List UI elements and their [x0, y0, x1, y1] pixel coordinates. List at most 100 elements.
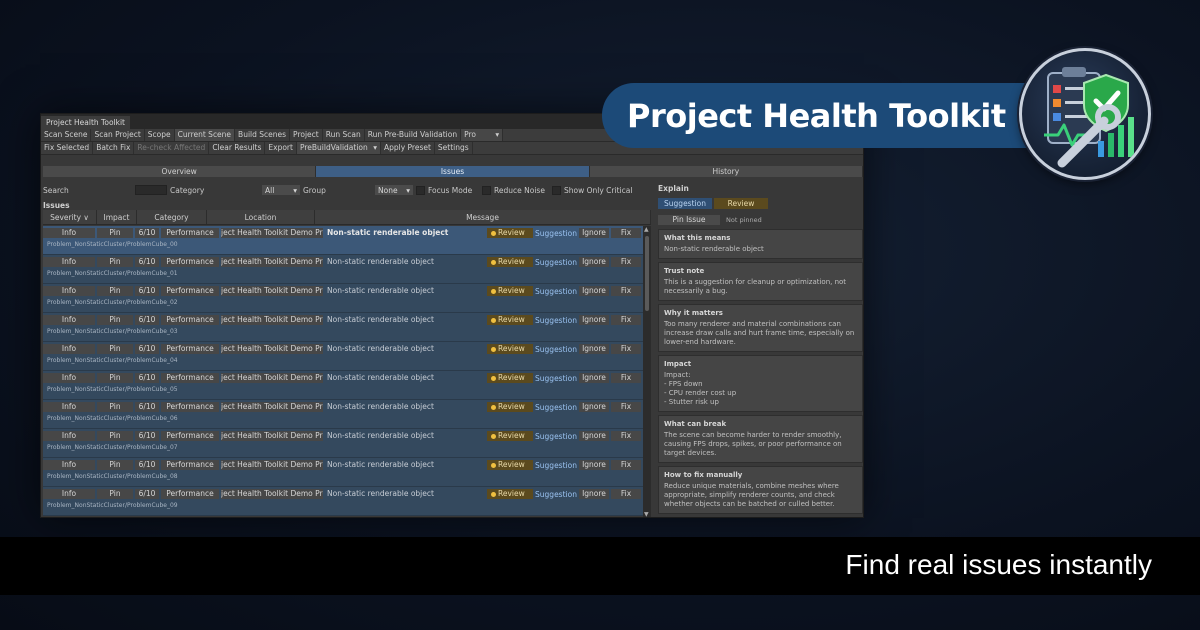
review-badge[interactable]: Review: [487, 257, 533, 267]
severity-button[interactable]: Info: [43, 228, 95, 238]
location-link[interactable]: ject Health Toolkit Demo Prob: [221, 257, 323, 267]
review-badge[interactable]: Review: [487, 315, 533, 325]
location-link[interactable]: ject Health Toolkit Demo Prob: [221, 373, 323, 383]
ignore-button[interactable]: Ignore: [579, 431, 609, 441]
pin-issue-button[interactable]: Pin Issue: [658, 215, 720, 225]
review-badge[interactable]: Review: [487, 431, 533, 441]
pin-button[interactable]: Pin: [97, 402, 133, 412]
apply-preset-button[interactable]: Apply Preset: [381, 142, 435, 154]
location-link[interactable]: ject Health Toolkit Demo Prob: [221, 489, 323, 499]
fix-button[interactable]: Fix: [611, 344, 641, 354]
preset-dropdown[interactable]: PreBuildValidation ▾: [296, 142, 381, 154]
scroll-up-icon[interactable]: ▲: [644, 226, 649, 233]
settings-button[interactable]: Settings: [435, 142, 473, 154]
column-impact[interactable]: Impact: [97, 210, 137, 224]
ignore-button[interactable]: Ignore: [579, 257, 609, 267]
severity-button[interactable]: Info: [43, 402, 95, 412]
scan-scene-button[interactable]: Scan Scene: [41, 129, 92, 141]
column-message[interactable]: Message: [315, 210, 651, 224]
run-prebuild-validation-button[interactable]: Run Pre-Build Validation: [365, 129, 462, 141]
pin-button[interactable]: Pin: [97, 373, 133, 383]
fix-button[interactable]: Fix: [611, 489, 641, 499]
severity-button[interactable]: Info: [43, 373, 95, 383]
pin-button[interactable]: Pin: [97, 228, 133, 238]
table-row[interactable]: Info Pin 6/10 Performance ject Health Toolki…: [43, 313, 643, 342]
ignore-button[interactable]: Ignore: [579, 344, 609, 354]
location-link[interactable]: ject Health Toolkit Demo Prob: [221, 344, 323, 354]
location-link[interactable]: ject Health Toolkit Demo Prob: [221, 286, 323, 296]
table-row[interactable]: Info Pin 6/10 Performance ject Health Toolki…: [43, 400, 643, 429]
location-link[interactable]: ject Health Toolkit Demo Prob: [221, 402, 323, 412]
column-location[interactable]: Location: [207, 210, 315, 224]
ignore-button[interactable]: Ignore: [579, 286, 609, 296]
location-link[interactable]: ject Health Toolkit Demo Prob: [221, 315, 323, 325]
profile-dropdown[interactable]: Pro ▾: [461, 129, 504, 141]
scope-project-button[interactable]: Project: [290, 129, 323, 141]
scope-current-scene-button[interactable]: Current Scene: [174, 129, 236, 141]
table-row[interactable]: Info Pin 6/10 Performance ject Health Toolki…: [43, 342, 643, 371]
window-tab[interactable]: Project Health Toolkit: [41, 116, 130, 129]
category-dropdown[interactable]: All ▾: [262, 185, 300, 195]
fix-button[interactable]: Fix: [611, 257, 641, 267]
scan-project-button[interactable]: Scan Project: [91, 129, 145, 141]
issues-scrollbar[interactable]: ▲ ▼: [643, 226, 651, 517]
review-badge[interactable]: Review: [487, 402, 533, 412]
ignore-button[interactable]: Ignore: [579, 228, 609, 238]
table-row[interactable]: Info Pin 6/10 Performance ject Health Toolki…: [43, 226, 643, 255]
severity-button[interactable]: Info: [43, 489, 95, 499]
table-row[interactable]: Info Pin 6/10 Performance ject Health Toolki…: [43, 487, 643, 516]
scrollbar-thumb[interactable]: [645, 236, 649, 311]
show-only-critical-checkbox[interactable]: [552, 185, 561, 195]
pin-button[interactable]: Pin: [97, 489, 133, 499]
table-row[interactable]: Info Pin 6/10 Performance ject Health Toolki…: [43, 429, 643, 458]
pin-button[interactable]: Pin: [97, 315, 133, 325]
ignore-button[interactable]: Ignore: [579, 373, 609, 383]
table-row[interactable]: Info Pin 6/10 Performance ject Health Toolki…: [43, 284, 643, 313]
review-badge[interactable]: Review: [487, 228, 533, 238]
table-row[interactable]: Info Pin 6/10 Performance ject Health Toolki…: [43, 255, 643, 284]
export-button[interactable]: Export: [265, 142, 297, 154]
batch-fix-button[interactable]: Batch Fix: [93, 142, 135, 154]
column-severity[interactable]: Severity ∨: [43, 210, 97, 224]
review-badge[interactable]: Review: [487, 344, 533, 354]
severity-button[interactable]: Info: [43, 344, 95, 354]
scope-build-scenes-button[interactable]: Build Scenes: [235, 129, 291, 141]
severity-button[interactable]: Info: [43, 460, 95, 470]
fix-button[interactable]: Fix: [611, 315, 641, 325]
recheck-affected-button[interactable]: Re-check Affected: [134, 142, 210, 154]
review-badge[interactable]: Review: [487, 286, 533, 296]
table-row[interactable]: Info Pin 6/10 Performance ject Health Toolki…: [43, 458, 643, 487]
group-dropdown[interactable]: None ▾: [375, 185, 413, 195]
pin-button[interactable]: Pin: [97, 460, 133, 470]
column-category[interactable]: Category: [137, 210, 207, 224]
ignore-button[interactable]: Ignore: [579, 460, 609, 470]
pin-button[interactable]: Pin: [97, 431, 133, 441]
severity-button[interactable]: Info: [43, 315, 95, 325]
fix-button[interactable]: Fix: [611, 460, 641, 470]
location-link[interactable]: ject Health Toolkit Demo Prob: [221, 460, 323, 470]
search-input[interactable]: [135, 185, 167, 195]
tab-history[interactable]: History: [589, 166, 863, 177]
tab-issues[interactable]: Issues: [316, 166, 590, 177]
fix-button[interactable]: Fix: [611, 402, 641, 412]
review-badge[interactable]: Review: [487, 489, 533, 499]
fix-button[interactable]: Fix: [611, 286, 641, 296]
severity-button[interactable]: Info: [43, 431, 95, 441]
run-scan-button[interactable]: Run Scan: [323, 129, 365, 141]
ignore-button[interactable]: Ignore: [579, 315, 609, 325]
reduce-noise-checkbox[interactable]: [482, 185, 491, 195]
fix-button[interactable]: Fix: [611, 228, 641, 238]
pin-button[interactable]: Pin: [97, 344, 133, 354]
clear-results-button[interactable]: Clear Results: [209, 142, 266, 154]
fix-button[interactable]: Fix: [611, 431, 641, 441]
pin-button[interactable]: Pin: [97, 257, 133, 267]
pin-button[interactable]: Pin: [97, 286, 133, 296]
severity-button[interactable]: Info: [43, 286, 95, 296]
focus-mode-checkbox[interactable]: [416, 185, 425, 195]
location-link[interactable]: ject Health Toolkit Demo Prob: [221, 228, 323, 238]
tab-overview[interactable]: Overview: [43, 166, 317, 177]
fix-button[interactable]: Fix: [611, 373, 641, 383]
ignore-button[interactable]: Ignore: [579, 402, 609, 412]
review-badge[interactable]: Review: [487, 460, 533, 470]
table-row[interactable]: Info Pin 6/10 Performance ject Health Toolki…: [43, 371, 643, 400]
